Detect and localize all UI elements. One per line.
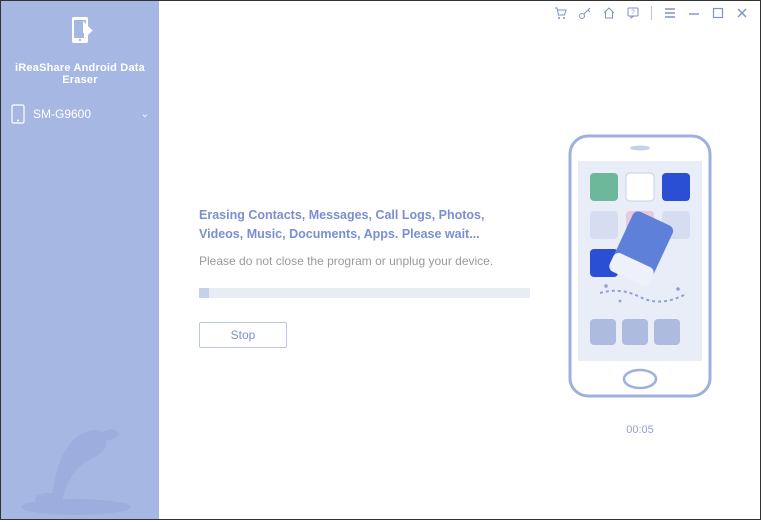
menu-icon[interactable] <box>662 5 678 21</box>
svg-text:?: ? <box>631 10 635 16</box>
status-text: Erasing Contacts, Messages, Call Logs, P… <box>199 206 530 244</box>
phone-illustration: 00:05 <box>550 131 730 436</box>
minimize-button[interactable] <box>686 5 702 21</box>
feedback-icon[interactable]: ? <box>625 5 641 21</box>
key-icon[interactable] <box>577 5 593 21</box>
home-icon[interactable] <box>601 5 617 21</box>
device-name: SM-G9600 <box>33 107 141 121</box>
sidebar-decoration <box>1 379 159 519</box>
cart-icon[interactable] <box>553 5 569 21</box>
app-logo-icon <box>62 13 98 49</box>
close-button[interactable] <box>734 5 750 21</box>
app-title: iReaShare Android Data Eraser <box>1 60 159 96</box>
stop-button[interactable]: Stop <box>199 322 287 348</box>
separator <box>651 6 652 20</box>
app-window: iReaShare Android Data Eraser SM-G9600 ⌄ <box>0 0 761 520</box>
progress-bar <box>199 288 530 298</box>
titlebar: ? <box>553 5 750 21</box>
erasing-status: Erasing Contacts, Messages, Call Logs, P… <box>199 206 530 348</box>
maximize-button[interactable] <box>710 5 726 21</box>
elapsed-timer: 00:05 <box>550 424 730 436</box>
phone-icon <box>11 104 25 124</box>
warning-text: Please do not close the program or unplu… <box>199 254 530 268</box>
device-selector[interactable]: SM-G9600 ⌄ <box>1 96 159 132</box>
main-area: ? Erasing Contacts, Messages, Call Logs,… <box>159 1 760 519</box>
sidebar: iReaShare Android Data Eraser SM-G9600 ⌄ <box>1 1 159 519</box>
logo-area <box>1 1 159 60</box>
progress-fill <box>199 288 209 298</box>
chevron-down-icon: ⌄ <box>141 109 149 120</box>
